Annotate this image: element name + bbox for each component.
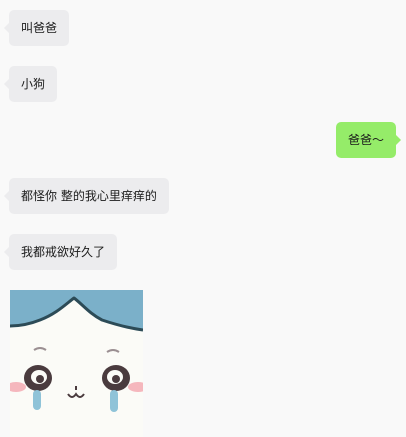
message-row: 小狗 (0, 66, 406, 102)
message-row: 叫爸爸 (0, 10, 406, 46)
message-bubble-incoming[interactable]: 叫爸爸 (3, 10, 70, 46)
message-text: 我都戒欲好久了 (21, 245, 106, 259)
message-row: 我都戒欲好久了 (0, 234, 406, 270)
message-bubble-outgoing[interactable]: 爸爸～ (335, 122, 402, 158)
message-text: 爸爸～ (347, 133, 384, 147)
message-text: 叫爸爸 (21, 21, 58, 35)
chat-message-list[interactable]: 叫爸爸 小狗 爸爸～ 都怪你 整的我心里痒痒的 我都戒欲好久了 (0, 0, 406, 437)
message-bubble-incoming[interactable]: 都怪你 整的我心里痒痒的 (4, 178, 169, 214)
message-text: 都怪你 整的我心里痒痒的 (21, 189, 157, 203)
message-row: 爸爸～ (0, 122, 406, 158)
sticker-image[interactable] (10, 290, 143, 437)
message-bubble-incoming[interactable]: 小狗 (3, 66, 58, 102)
message-row: 都怪你 整的我心里痒痒的 (0, 178, 406, 214)
message-bubble-incoming[interactable]: 我都戒欲好久了 (3, 234, 118, 270)
crying-cat-sticker-icon (10, 290, 143, 437)
message-text: 小狗 (21, 77, 46, 91)
